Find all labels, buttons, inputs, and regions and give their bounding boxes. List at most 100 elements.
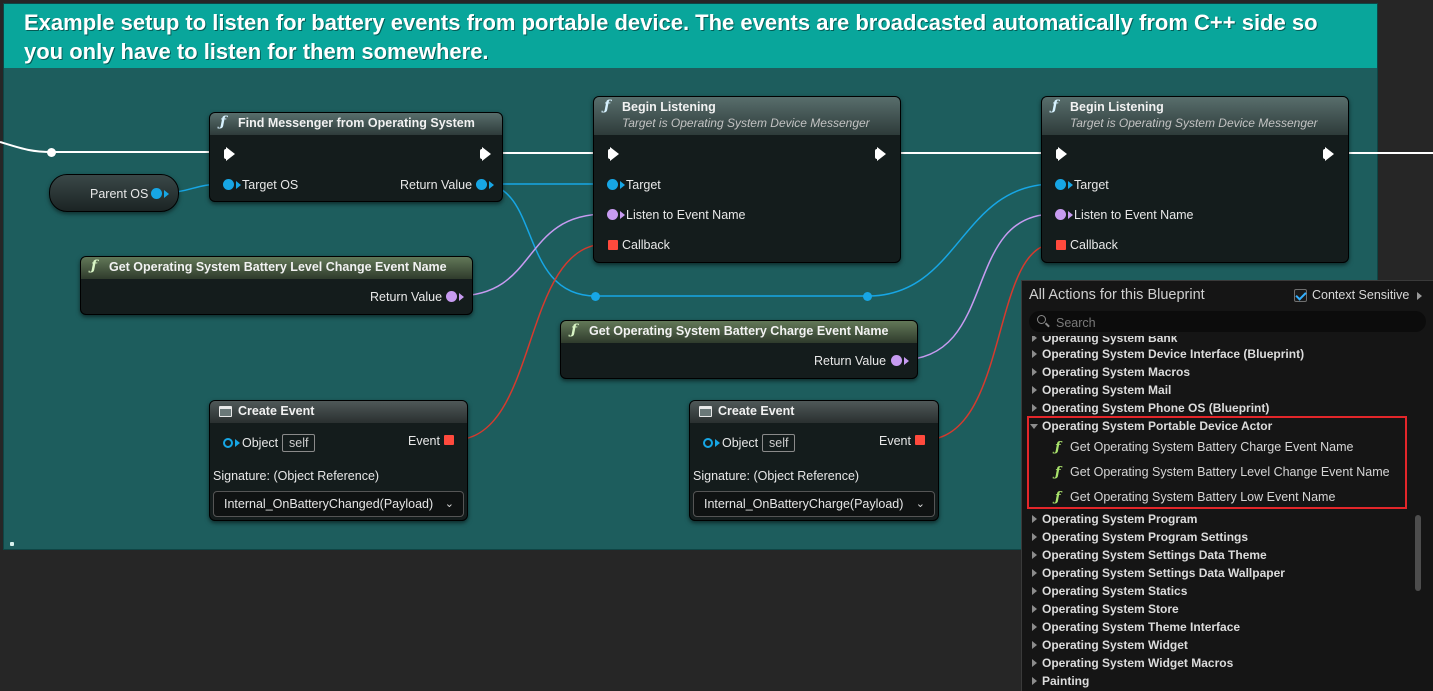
node-header[interactable]: ƒ Get Operating System Battery Charge Ev… <box>561 321 917 343</box>
comment-header[interactable]: Example setup to listen for battery even… <box>4 4 1377 68</box>
node-header[interactable]: Create Event <box>690 401 938 423</box>
node-header[interactable]: ƒ Get Operating System Battery Level Cha… <box>81 257 472 279</box>
return-value-pin[interactable] <box>446 291 457 302</box>
event-name-pin[interactable] <box>1055 209 1066 220</box>
exec-out-pin[interactable] <box>480 147 491 161</box>
search-input[interactable] <box>1054 311 1418 334</box>
category-row[interactable]: Operating System Macros <box>1022 363 1412 381</box>
pin-arrow-icon <box>236 181 241 189</box>
search-icon <box>1037 315 1046 324</box>
event-name-pin[interactable] <box>607 209 618 220</box>
variable-label: Parent OS <box>90 187 149 201</box>
pin-label: Return Value <box>370 290 443 304</box>
category-row[interactable]: Operating System Settings Data Theme <box>1022 546 1412 564</box>
expand-arrow-icon[interactable] <box>1032 623 1037 631</box>
event-output-pin[interactable] <box>444 435 454 445</box>
search-box[interactable] <box>1029 311 1426 334</box>
expand-arrow-icon[interactable] <box>1032 533 1037 541</box>
callback-pin[interactable] <box>1056 240 1066 250</box>
event-graph-icon <box>219 406 232 417</box>
target-pin[interactable] <box>607 179 618 190</box>
signature-label: Signature: (Object Reference) <box>213 469 380 483</box>
dropdown-value: Internal_OnBatteryChanged(Payload) <box>224 497 434 511</box>
category-row[interactable]: Operating System Mail <box>1022 381 1412 399</box>
expand-arrow-icon[interactable] <box>1032 368 1037 376</box>
function-icon: ƒ <box>220 114 227 130</box>
category-label: Operating System Settings Data Wallpaper <box>1042 566 1285 580</box>
exec-out-pin[interactable] <box>875 147 886 161</box>
category-row[interactable]: Operating System Widget <box>1022 636 1412 654</box>
parent-os-variable-node[interactable]: Parent OS <box>49 174 179 212</box>
find-messenger-node[interactable]: ƒ Find Messenger from Operating System T… <box>209 112 503 202</box>
chevron-right-icon[interactable] <box>1417 292 1422 300</box>
node-header[interactable]: ƒ Find Messenger from Operating System <box>210 113 502 135</box>
return-value-pin[interactable] <box>891 355 902 366</box>
category-row[interactable]: Operating System Phone OS (Blueprint) <box>1022 399 1412 417</box>
self-input[interactable]: self <box>282 434 316 452</box>
category-label: Operating System Theme Interface <box>1042 620 1241 634</box>
exec-reroute-knot[interactable] <box>47 148 56 157</box>
category-label: Operating System Phone OS (Blueprint) <box>1042 401 1270 415</box>
object-pin[interactable] <box>703 438 713 448</box>
variable-output-pin[interactable] <box>151 188 162 199</box>
node-header[interactable]: ƒ Begin Listening Target is Operating Sy… <box>1042 97 1348 135</box>
exec-out-pin[interactable] <box>1323 147 1334 161</box>
category-label: Operating System Program <box>1042 512 1198 526</box>
get-charge-event-name-node[interactable]: ƒ Get Operating System Battery Charge Ev… <box>560 320 918 379</box>
target-os-pin[interactable] <box>223 179 234 190</box>
object-reroute-knot[interactable] <box>591 292 600 301</box>
context-sensitive-label[interactable]: Context Sensitive <box>1312 288 1409 302</box>
expand-arrow-icon[interactable] <box>1032 677 1037 685</box>
exec-in-pin[interactable] <box>224 147 235 161</box>
event-output-pin[interactable] <box>915 435 925 445</box>
category-row[interactable]: Painting <box>1022 672 1412 690</box>
category-row[interactable]: Operating System Widget Macros <box>1022 654 1412 672</box>
category-row[interactable]: Operating System Statics <box>1022 582 1412 600</box>
function-icon: ƒ <box>91 258 98 274</box>
category-row[interactable]: Operating System Program Settings <box>1022 528 1412 546</box>
node-title: Get Operating System Battery Charge Even… <box>589 324 889 338</box>
get-level-change-event-name-node[interactable]: ƒ Get Operating System Battery Level Cha… <box>80 256 473 315</box>
expand-arrow-icon[interactable] <box>1032 587 1037 595</box>
expand-arrow-icon[interactable] <box>1032 350 1037 358</box>
create-event-node-2[interactable]: Create Event Object self Event Signature… <box>689 400 939 521</box>
category-label: Operating System Device Interface (Bluep… <box>1042 347 1305 361</box>
scrollbar-thumb[interactable] <box>1415 515 1421 591</box>
callback-pin[interactable] <box>608 240 618 250</box>
category-row[interactable]: Operating System Store <box>1022 600 1412 618</box>
node-header[interactable]: ƒ Begin Listening Target is Operating Sy… <box>594 97 900 135</box>
category-row[interactable]: Operating System Device Interface (Bluep… <box>1022 345 1412 363</box>
context-sensitive-checkbox[interactable] <box>1294 289 1307 302</box>
expand-arrow-icon[interactable] <box>1032 659 1037 667</box>
comment-text: Example setup to listen for battery even… <box>24 10 1318 64</box>
expand-arrow-icon[interactable] <box>1032 515 1037 523</box>
return-value-pin[interactable] <box>476 179 487 190</box>
expand-arrow-icon[interactable] <box>1032 551 1037 559</box>
category-row[interactable]: Operating System Theme Interface <box>1022 618 1412 636</box>
category-row[interactable]: Operating System Settings Data Wallpaper <box>1022 564 1412 582</box>
expand-arrow-icon[interactable] <box>1032 569 1037 577</box>
expand-arrow-icon[interactable] <box>1032 404 1037 412</box>
category-row[interactable]: Operating System Program <box>1022 510 1412 528</box>
begin-listening-node-2[interactable]: ƒ Begin Listening Target is Operating Sy… <box>1041 96 1349 263</box>
node-header[interactable]: Create Event <box>210 401 467 423</box>
pin-arrow-icon <box>620 211 625 219</box>
exec-in-pin[interactable] <box>608 147 619 161</box>
expand-arrow-icon[interactable] <box>1032 605 1037 613</box>
pin-label: Event <box>408 434 440 448</box>
function-icon: ƒ <box>1052 98 1059 114</box>
comment-resize-handle[interactable] <box>10 542 14 546</box>
expand-arrow-icon[interactable] <box>1032 336 1037 342</box>
object-reroute-knot[interactable] <box>863 292 872 301</box>
self-input[interactable]: self <box>762 434 796 452</box>
target-pin[interactable] <box>1055 179 1066 190</box>
actions-list[interactable]: Operating System Bank Operating System D… <box>1022 336 1412 691</box>
expand-arrow-icon[interactable] <box>1032 641 1037 649</box>
begin-listening-node-1[interactable]: ƒ Begin Listening Target is Operating Sy… <box>593 96 901 263</box>
object-pin[interactable] <box>223 438 233 448</box>
function-select-dropdown[interactable]: Internal_OnBatteryCharge(Payload) ⌄ <box>693 491 935 517</box>
exec-in-pin[interactable] <box>1056 147 1067 161</box>
create-event-node-1[interactable]: Create Event Object self Event Signature… <box>209 400 468 521</box>
function-select-dropdown[interactable]: Internal_OnBatteryChanged(Payload) ⌄ <box>213 491 464 517</box>
expand-arrow-icon[interactable] <box>1032 386 1037 394</box>
